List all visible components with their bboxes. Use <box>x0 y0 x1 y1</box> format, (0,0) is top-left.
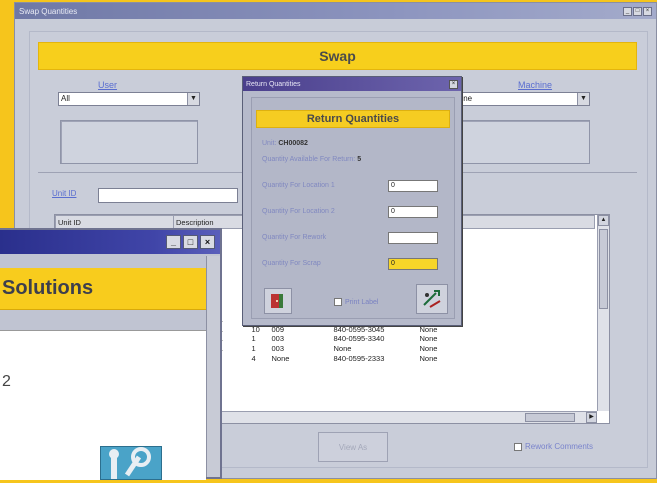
swap-window-title: Swap Quantities <box>19 6 78 16</box>
checkbox-box[interactable] <box>334 298 342 306</box>
available-row: Quantity Available For Return: 5 <box>262 156 361 163</box>
swap-confirm-button[interactable] <box>416 284 448 314</box>
table-cell: 003 <box>271 343 285 353</box>
dialog-banner: Return Quantities <box>256 110 450 128</box>
unit-id-label[interactable]: Unit ID <box>52 189 76 198</box>
scroll-up-icon[interactable]: ▲ <box>598 215 609 226</box>
table-cell: 1 <box>251 343 256 353</box>
exit-button[interactable] <box>264 288 292 314</box>
checkbox-box[interactable] <box>514 442 522 451</box>
col-description[interactable]: Description <box>173 215 250 229</box>
user-select-value: All <box>61 94 70 103</box>
table-cell: None <box>419 334 438 344</box>
minimize-icon[interactable]: _ <box>623 6 632 16</box>
machine-select[interactable]: None ▼ <box>450 92 590 106</box>
rework-comments-checkbox[interactable]: Rework Comments <box>514 442 593 451</box>
close-icon[interactable]: × <box>643 6 652 16</box>
maximize-icon[interactable]: □ <box>633 6 642 16</box>
location2-label: Quantity For Location 2 <box>262 208 335 215</box>
chevron-down-icon[interactable]: ▼ <box>577 93 589 105</box>
tools-icon-glyph <box>109 447 151 479</box>
dialog-panel: Return Quantities Unit: CH00082 Quantity… <box>251 97 455 319</box>
rework-comments-label: Rework Comments <box>525 442 594 451</box>
table-cell: None <box>271 353 290 363</box>
scrap-label: Quantity For Scrap <box>262 260 321 267</box>
minimize-icon[interactable]: _ <box>166 235 181 249</box>
machine-label[interactable]: Machine <box>518 80 552 90</box>
location2-input[interactable]: 0 <box>388 206 438 218</box>
location1-input[interactable]: 0 <box>388 180 438 192</box>
solutions-window: _ □ × Solutions 2 <box>0 228 222 480</box>
machine-info-box <box>450 120 590 164</box>
swap-window-controls: _ □ × <box>623 6 652 16</box>
user-info-box <box>60 120 198 164</box>
close-icon[interactable]: × <box>200 235 215 249</box>
chevron-down-icon[interactable]: ▼ <box>187 93 199 105</box>
table-cell: 4 <box>251 353 256 363</box>
unit-id-input[interactable] <box>98 188 238 203</box>
tools-icon[interactable] <box>100 446 162 480</box>
rework-label: Quantity For Rework <box>262 234 327 241</box>
scroll-thumb[interactable] <box>599 229 608 309</box>
table-cell: None <box>333 343 352 353</box>
view-as-button[interactable]: View As <box>318 432 388 462</box>
close-icon[interactable]: × <box>449 79 458 89</box>
table-cell: 1 <box>251 334 256 344</box>
table-cell: None <box>419 343 438 353</box>
rework-input[interactable] <box>388 232 438 244</box>
dialog-titlebar[interactable]: Return Quantities × <box>243 77 461 91</box>
available-value: 5 <box>357 156 362 163</box>
swap-window-titlebar[interactable]: Swap Quantities _ □ × <box>15 3 656 19</box>
scroll-thumb[interactable] <box>525 413 575 422</box>
scroll-right-icon[interactable]: ▶ <box>586 412 597 423</box>
solutions-banner: Solutions <box>0 268 206 310</box>
unit-label: Unit: <box>262 140 277 147</box>
unit-value: CH00082 <box>278 140 308 147</box>
print-label-text: Print Label <box>345 298 379 306</box>
unit-row: Unit: CH00082 <box>262 140 308 147</box>
solutions-titlebar[interactable]: _ □ × <box>0 230 220 254</box>
return-quantities-dialog: Return Quantities × Return Quantities Un… <box>242 76 462 326</box>
swap-arrows-icon <box>423 290 441 308</box>
solutions-scrollbar[interactable] <box>206 256 220 477</box>
scrap-input[interactable]: 0 <box>388 258 438 270</box>
table-vertical-scrollbar[interactable]: ▲ <box>597 215 609 411</box>
user-label[interactable]: User <box>98 80 117 90</box>
table-cell: None <box>419 353 438 363</box>
table-cell: 840-0595-2333 <box>333 353 385 363</box>
door-exit-icon <box>271 294 283 308</box>
table-cell: 840-0595-3340 <box>333 334 385 344</box>
col-unit-id[interactable]: Unit ID <box>55 215 174 229</box>
dialog-title: Return Quantities <box>246 80 301 88</box>
solutions-number: 2 <box>2 373 11 390</box>
swap-banner: Swap <box>38 42 637 70</box>
print-label-checkbox[interactable]: Print Label <box>334 298 378 306</box>
available-label: Quantity Available For Return: <box>262 156 356 163</box>
location1-label: Quantity For Location 1 <box>262 182 335 189</box>
table-cell: 003 <box>271 334 285 344</box>
user-select[interactable]: All ▼ <box>58 92 200 106</box>
maximize-icon[interactable]: □ <box>183 235 198 249</box>
